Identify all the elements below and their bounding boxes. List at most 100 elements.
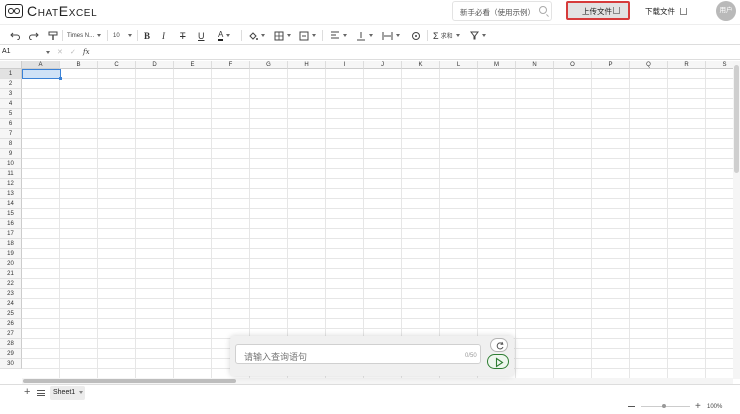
italic-icon[interactable]: I [162,30,165,41]
app-header: ChatExcel 新手必看（使用示例） 上传文件 下载文件 用户 [0,0,740,23]
row-header[interactable]: 20 [0,259,22,269]
column-header[interactable]: C [98,61,136,69]
cell-name-box[interactable]: A1 [2,48,52,58]
column-header[interactable]: B [60,61,98,69]
strikethrough-icon[interactable]: T [180,30,186,41]
column-header[interactable]: A [22,61,60,69]
underline-icon[interactable]: U [198,30,205,41]
zoom-slider-knob[interactable] [662,404,666,408]
font-family-value: Times N... [67,32,95,39]
row-header[interactable]: 18 [0,239,22,249]
row-header[interactable]: 29 [0,349,22,359]
row-header[interactable]: 9 [0,149,22,159]
row-header[interactable]: 30 [0,359,22,369]
spreadsheet-grid[interactable]: A B C D E F G H I J K L M N O P Q R S 1 2 3 4 5 6 7 8 9 10 11 12 13 14 15… [0,61,733,379]
column-header[interactable]: N [516,61,554,69]
rotate-icon[interactable] [411,30,421,41]
toolbar-divider [137,30,138,41]
column-header[interactable]: K [402,61,440,69]
send-query-button[interactable] [487,354,509,369]
row-header[interactable]: 7 [0,129,22,139]
column-header[interactable]: E [174,61,212,69]
vertical-scroll-thumb[interactable] [734,65,739,173]
vertical-scrollbar[interactable] [733,61,740,379]
column-header[interactable]: R [668,61,706,69]
row-header[interactable]: 1 [0,69,22,79]
font-family-select[interactable]: Times N... [67,30,102,41]
row-header[interactable]: 19 [0,249,22,259]
undo-icon[interactable] [10,30,20,41]
sheet-tab[interactable]: Sheet1 [50,386,85,400]
row-header[interactable]: 26 [0,319,22,329]
zoom-in-icon[interactable]: + [695,402,701,412]
row-header[interactable]: 11 [0,169,22,179]
row-header[interactable]: 24 [0,299,22,309]
selected-cell[interactable] [22,69,61,79]
zoom-out-icon[interactable] [628,406,635,407]
align-icon[interactable] [330,30,347,41]
row-header[interactable]: 2 [0,79,22,89]
column-header[interactable]: G [250,61,288,69]
row-header[interactable]: 16 [0,219,22,229]
row-header[interactable]: 22 [0,279,22,289]
column-header[interactable]: O [554,61,592,69]
chevron-down-icon [97,34,102,37]
row-header[interactable]: 28 [0,339,22,349]
query-input[interactable] [235,344,481,364]
filter-icon[interactable] [470,30,486,41]
column-header[interactable]: H [288,61,326,69]
row-header[interactable]: 6 [0,119,22,129]
row-header[interactable]: 13 [0,189,22,199]
sum-button[interactable]: Σ 求和 [433,30,460,41]
sheet-list-icon[interactable] [37,390,45,396]
column-header[interactable]: Q [630,61,668,69]
row-header[interactable]: 23 [0,289,22,299]
row-header[interactable]: 14 [0,199,22,209]
valign-icon[interactable] [356,30,373,41]
column-header[interactable]: F [212,61,250,69]
user-avatar[interactable]: 用户 [716,1,736,21]
text-color-icon[interactable]: A [218,30,231,41]
upload-file-button[interactable]: 上传文件 [566,1,630,20]
redo-icon[interactable] [29,30,39,41]
column-header[interactable]: P [592,61,630,69]
row-header[interactable]: 25 [0,309,22,319]
fill-handle[interactable] [59,77,62,80]
merge-icon[interactable] [299,30,316,41]
wrap-icon[interactable] [382,30,400,41]
border-icon[interactable] [274,30,291,41]
query-panel: 0/50 [230,336,514,376]
download-file-button[interactable]: 下载文件 [645,6,687,17]
row-header[interactable]: 27 [0,329,22,339]
reset-query-button[interactable] [490,338,508,352]
confirm-edit-icon[interactable]: ✓ [70,48,76,56]
column-header[interactable]: D [136,61,174,69]
bold-icon[interactable]: B [144,30,150,41]
column-header[interactable]: L [440,61,478,69]
row-header[interactable]: 17 [0,229,22,239]
format-painter-icon[interactable] [48,30,58,41]
horizontal-scroll-thumb[interactable] [23,379,236,383]
fill-color-icon[interactable] [248,30,265,41]
toolbar-divider [427,30,428,41]
add-sheet-icon[interactable]: + [24,387,30,398]
cancel-edit-icon[interactable]: ✕ [57,48,63,56]
column-header[interactable]: M [478,61,516,69]
column-header[interactable]: I [326,61,364,69]
row-header[interactable]: 21 [0,269,22,279]
row-header[interactable]: 5 [0,109,22,119]
row-header[interactable]: 10 [0,159,22,169]
row-header[interactable]: 3 [0,89,22,99]
row-header[interactable]: 15 [0,209,22,219]
app-logo[interactable]: ChatExcel [5,3,97,19]
column-header[interactable]: J [364,61,402,69]
row-header[interactable]: 4 [0,99,22,109]
cell-area[interactable] [22,69,733,379]
example-search[interactable]: 新手必看（使用示例） [452,1,552,21]
column-header[interactable]: S [706,61,733,69]
select-all-corner[interactable] [0,61,22,69]
toolbar-divider [241,30,242,41]
row-header[interactable]: 12 [0,179,22,189]
font-size-select[interactable]: 10 [113,30,132,41]
row-header[interactable]: 8 [0,139,22,149]
